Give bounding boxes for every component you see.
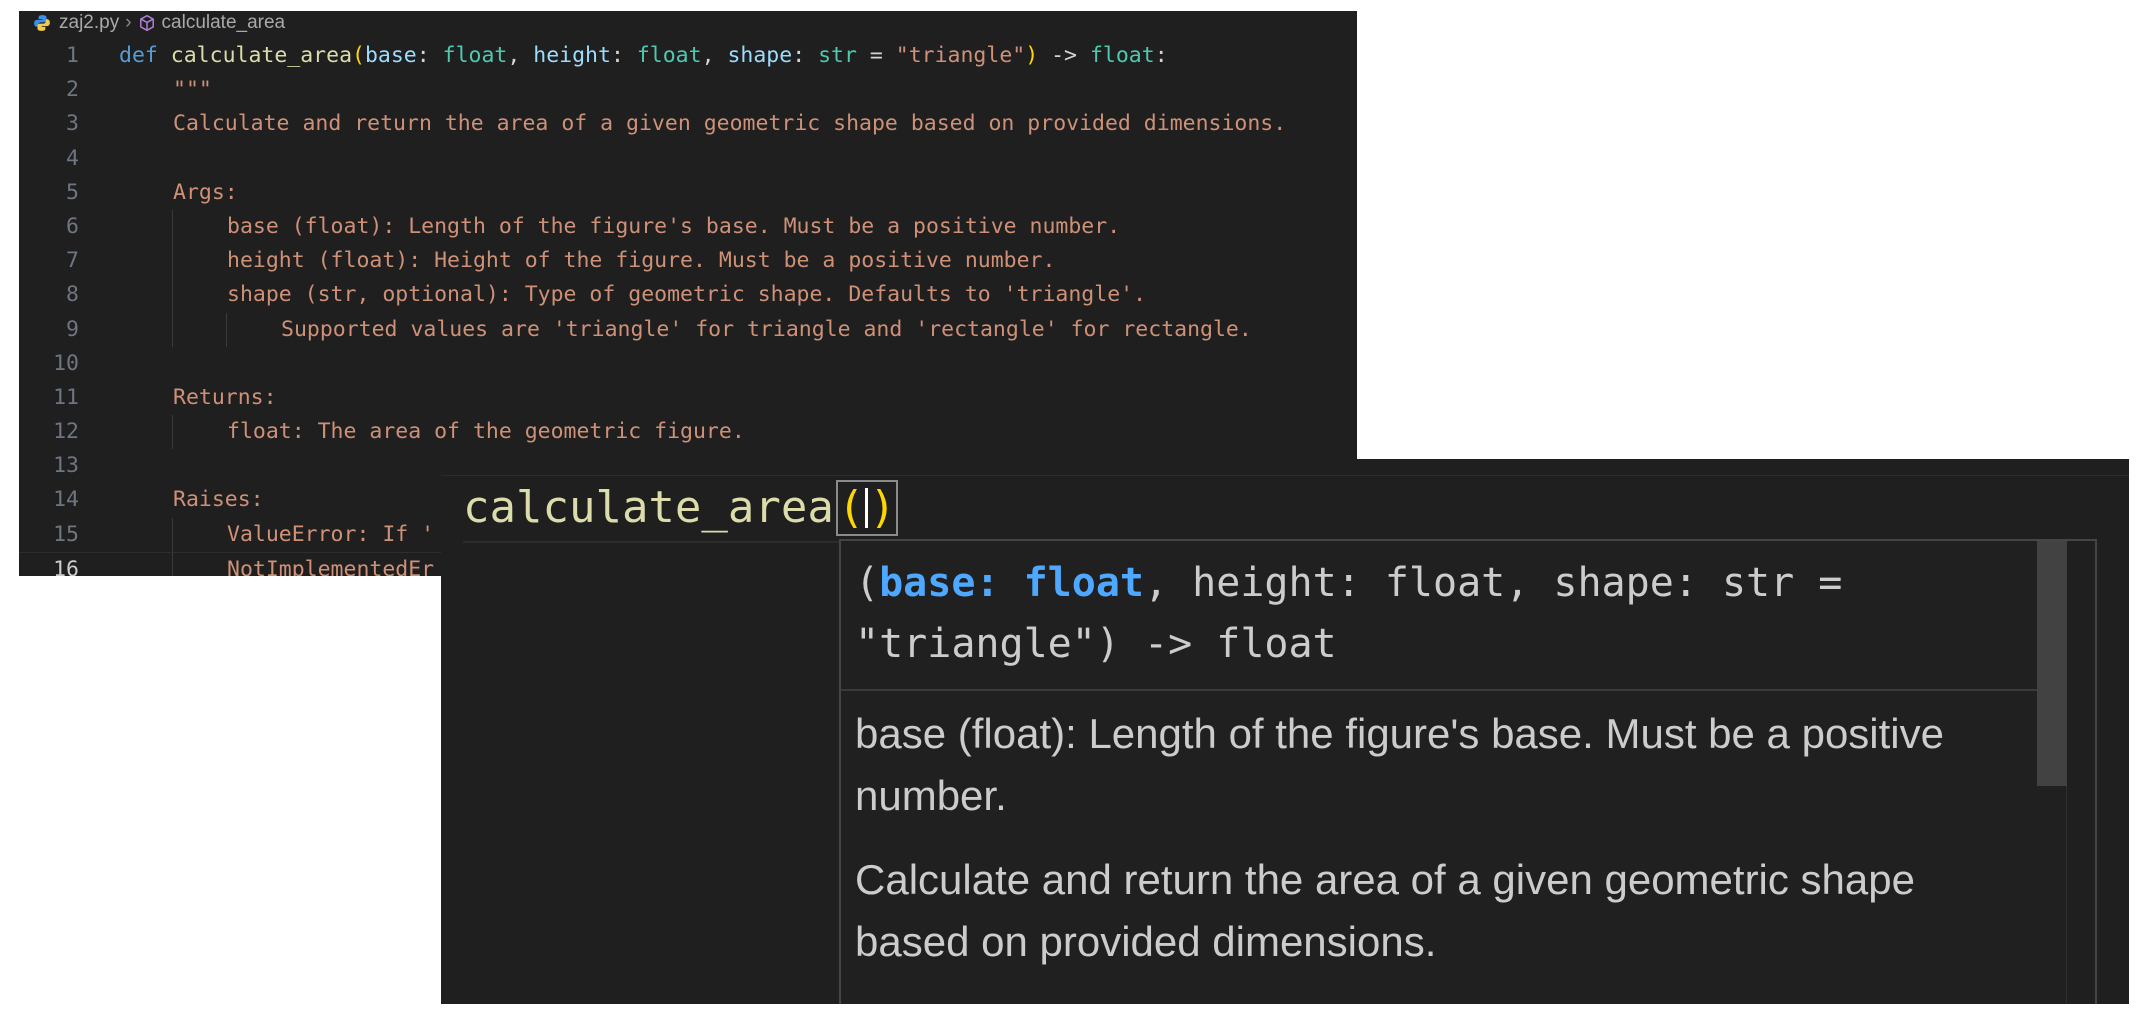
line-number: 7 [66,248,79,274]
line-content: def calculate_area(base: float, height: … [119,39,1168,73]
default-value: "triangle" [895,43,1026,68]
indent-guide [172,312,173,347]
line-number: 11 [53,384,79,410]
chevron-right-icon: › [125,12,132,33]
line-number: 6 [66,213,79,239]
line-number: 15 [53,521,79,547]
indent-guide [172,209,173,245]
code-line[interactable]: 3 Calculate and return the area of a give… [19,107,1357,141]
breadcrumb: zaj2.py › calculate_area [19,11,1357,35]
bracket-match-box: () [835,480,898,536]
scrollbar-track[interactable] [2066,541,2095,1004]
code-line[interactable]: 1 def calculate_area(base: float, height… [19,39,1357,73]
param-shape: shape [727,43,793,68]
param-base: base [364,43,417,68]
line-number: 9 [66,316,79,342]
colon: : [416,43,443,68]
line-number: 1 [66,43,79,68]
indent-guide [172,517,173,552]
close-paren: ) [869,482,896,533]
line-content: Returns: [173,384,277,410]
colon: : [1154,43,1168,68]
line-content: NotImplementedEr [227,556,435,576]
comma: , [507,43,534,68]
open-paren: ( [837,482,865,533]
line-content: shape (str, optional): Type of geometric… [227,282,1147,308]
line-content: Args: [173,179,238,205]
signature-help-popup[interactable]: (base: float, height: float, shape: str … [839,539,2097,1004]
type-float: float [636,43,702,68]
param-height: height [533,43,611,68]
line-content [119,142,173,176]
type-str: str [818,43,857,68]
signature-text: (base: float, height: float, shape: str … [841,541,2095,675]
colon: : [792,43,819,68]
return-type: float [1089,43,1155,68]
close-paren: ) [1025,43,1039,68]
indent-guide [172,552,173,576]
code-line[interactable]: 4 [19,142,1357,176]
indent-guide [172,278,173,313]
code-line[interactable]: 9 Supported values are 'triangle' for tri… [19,312,1357,347]
code-line[interactable]: 12 float: The area of the geometric figur… [19,415,1357,450]
signature-docs: base (float): Length of the figure's bas… [841,691,2095,973]
function-summary-doc: Calculate and return the area of a given… [855,856,1915,965]
colon: : [610,43,637,68]
breadcrumb-file[interactable]: zaj2.py [59,12,119,34]
line-number: 2 [66,77,79,103]
type-float: float [442,43,508,68]
line-number: 4 [66,145,79,171]
python-file-icon [34,15,50,31]
zoomed-signature-view: calculate_area() (base: float, height: f… [441,459,2129,1004]
code-line[interactable]: 6 base (float): Length of the figure's ba… [19,209,1357,245]
line-number: 3 [66,111,79,137]
line-number: 10 [53,350,79,376]
code-line[interactable]: 11 Returns: [19,381,1357,415]
line-number: 16 [53,556,79,576]
line-content: float: The area of the geometric figure. [227,419,745,445]
equals: = [856,43,896,68]
signature-open: ( [855,560,880,606]
line-content: ValueError: If ' [227,521,435,547]
line-number: 8 [66,282,79,308]
code-line[interactable]: 10 [19,347,1357,381]
comma: , [701,43,728,68]
keyword-def: def [119,43,158,68]
indent-guide [226,312,227,347]
indent-guide [172,244,173,279]
scrollbar-thumb[interactable] [2037,541,2067,786]
line-number: 12 [53,419,79,445]
code-line[interactable]: 7 height (float): Height of the figure. M… [19,244,1357,279]
code-line[interactable]: 8 shape (str, optional): Type of geometri… [19,278,1357,313]
symbol-method-icon [139,14,154,32]
active-parameter: base: float [879,560,1144,606]
function-name: calculate_area [170,43,353,68]
line-content: base (float): Length of the figure's bas… [227,213,1121,239]
open-paren: ( [352,43,365,68]
code-line[interactable]: 2 """ [19,73,1357,107]
line-number: 14 [53,487,79,513]
line-number: 13 [53,453,79,479]
line-content [119,449,173,483]
text-cursor [865,488,869,528]
return-arrow: -> [1038,43,1090,68]
breadcrumb-symbol[interactable]: calculate_area [162,12,286,34]
line-content: Calculate and return the area of a given… [173,111,1287,137]
line-number: 5 [66,179,79,205]
parameter-doc: base (float): Length of the figure's bas… [855,710,1944,819]
line-content: Supported values are 'triangle' for tria… [281,316,1252,342]
call-function-name: calculate_area [463,482,834,533]
code-line[interactable]: 5 Args: [19,176,1357,210]
indent-guide [172,415,173,450]
line-content: """ [173,77,212,103]
line-content: height (float): Height of the figure. Mu… [227,248,1056,274]
typed-call[interactable]: calculate_area() [463,475,898,543]
line-content: Raises: [173,487,264,513]
line-content [119,347,173,381]
